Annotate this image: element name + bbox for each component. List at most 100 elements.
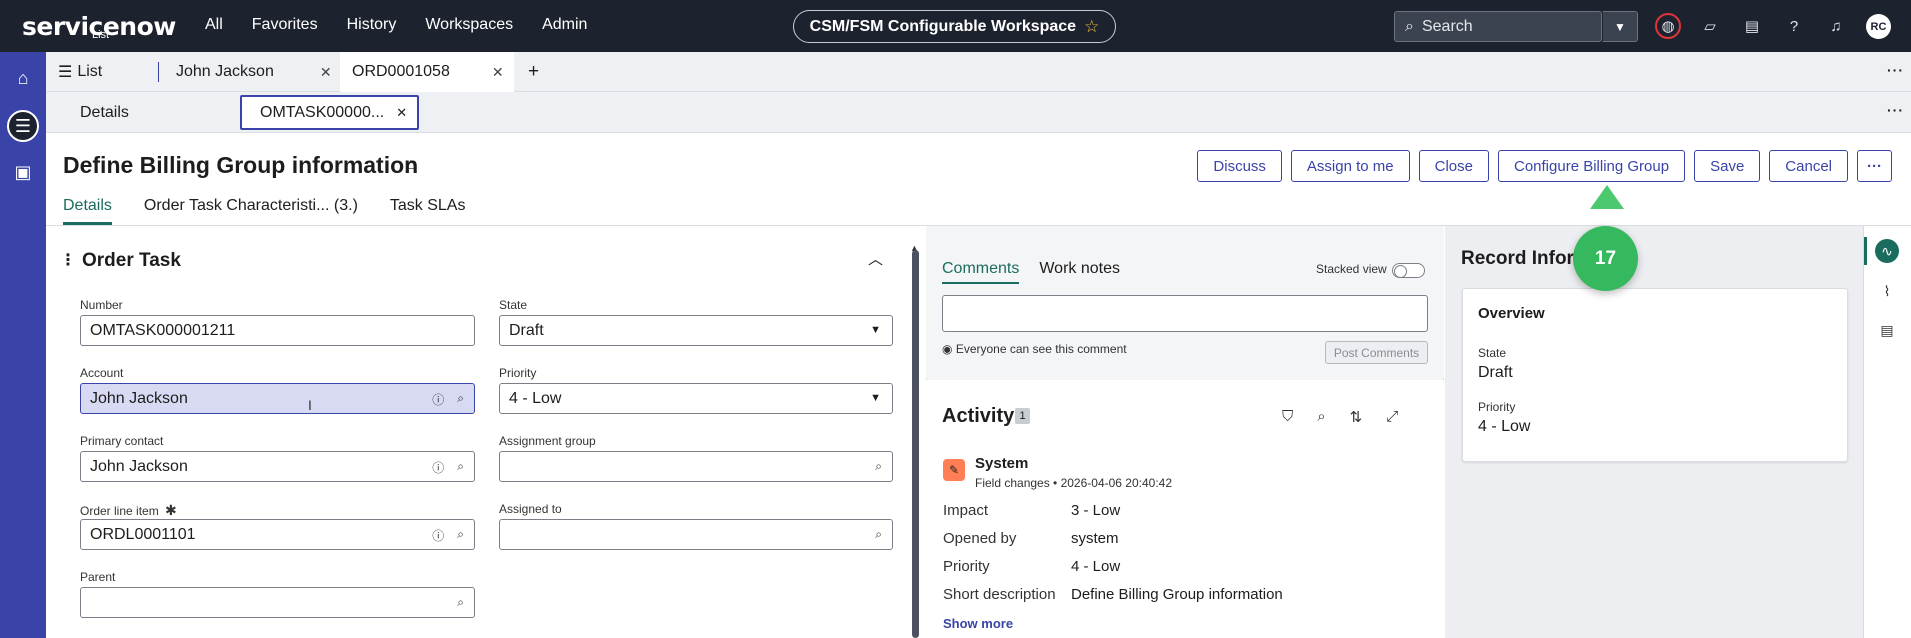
configure-billing-group-button[interactable]: Configure Billing Group [1498,150,1686,182]
filter-icon[interactable]: ⛉ [1282,408,1293,426]
search-placeholder: Search [1421,17,1473,35]
assignment-group-field[interactable]: ⌕ [499,451,893,482]
visibility-text: Everyone can see this comment [955,342,1127,356]
info-icon[interactable]: ⓘ [432,391,444,408]
expand-icon[interactable]: ⤢ [1386,408,1398,426]
search-scope-dropdown[interactable]: ▼ [1602,11,1638,42]
search-icon: ⌕ [1405,17,1414,35]
order-line-item-field[interactable]: ORDL0001101 ⓘ ⌕ [80,519,475,550]
close-icon[interactable]: ✕ [396,105,407,121]
active-indicator [1864,237,1867,265]
workspace-name: CSM/FSM Configurable Workspace [809,17,1077,35]
top-icons: ◍ ▱ ▤ ? ♫ [1655,13,1849,39]
chevron-up-icon[interactable]: ︿ [868,248,883,269]
row-key: Priority [943,558,990,575]
search-icon[interactable]: ⌕ [457,459,464,476]
number-value: OMTASK000001211 [90,321,236,339]
paperclip-icon[interactable]: ⌇ [1875,279,1899,303]
number-field[interactable]: OMTASK000001211 [80,315,475,346]
section-title: Order Task [82,250,181,271]
pulse-icon[interactable]: ∿ [1875,239,1899,263]
tab-work-notes[interactable]: Work notes [1039,260,1120,284]
inbox-icon[interactable]: ▣ [7,156,39,188]
more-actions-button[interactable]: ··· [1857,150,1892,182]
tab-john-jackson-label: John Jackson [176,63,274,80]
number-label: Number [80,298,123,312]
comment-tabs: Comments Work notes [942,260,1120,284]
post-comments-button[interactable]: Post Comments [1325,341,1428,364]
kebab-icon[interactable]: ⋮ [60,250,76,270]
sort-icon[interactable]: ⇅ [1350,408,1363,426]
overview-priority-label: Priority [1478,400,1516,414]
search-icon[interactable]: ⌕ [875,527,882,542]
tag-icon[interactable]: ⌂ [406,156,416,174]
show-more-link[interactable]: Show more [943,616,1013,631]
help-icon[interactable]: ? [1781,13,1807,39]
account-label: Account [80,366,124,380]
info-icon[interactable]: ⓘ [432,527,444,544]
info-icon[interactable]: ⓘ [432,459,444,476]
comment-input[interactable] [942,295,1428,332]
assigned-to-field[interactable]: ⌕ [499,519,893,550]
account-value: John Jackson [90,389,188,407]
overview-priority-value: 4 - Low [1478,418,1531,435]
nav-history[interactable]: History [347,16,397,34]
home-icon[interactable]: ⌂ [7,62,39,94]
card-icon[interactable]: ▤ [1739,13,1765,39]
search-icon[interactable]: ⌕ [457,391,464,408]
search-icon[interactable]: ⌕ [1317,408,1325,426]
global-search[interactable]: ⌕ Search [1394,11,1602,42]
discuss-button[interactable]: Discuss [1197,150,1282,182]
search-icon[interactable]: ⌕ [457,595,464,610]
close-icon[interactable]: ✕ [320,64,332,81]
close-button[interactable]: Close [1418,150,1489,182]
state-value: Draft [509,321,544,339]
more-icon[interactable]: ··· [1887,62,1904,78]
account-field[interactable]: John Jackson ⓘ ⌕ [80,383,475,414]
subtab-record[interactable]: OMTASK00000... ✕ [240,95,420,130]
tab-list[interactable]: ☰ List [58,52,102,92]
nav-workspaces[interactable]: Workspaces [425,16,513,34]
bell-icon[interactable]: ♫ [1823,13,1849,39]
star-icon[interactable]: ☆ [1084,17,1099,37]
tab-characteristics[interactable]: Order Task Characteristi... (3.) [144,197,358,225]
nav-favorites[interactable]: Favorites [252,16,318,34]
tab-details[interactable]: Details [63,197,112,225]
more-icon[interactable]: ··· [1887,102,1904,118]
left-rail: ⌂ ☰ ▣ [0,52,46,638]
sub-tabs: Details OMTASK00000... ✕ ··· [46,92,1911,133]
subtab-details[interactable]: Details [80,92,129,133]
tab-task-slas[interactable]: Task SLAs [390,197,466,225]
scrollbar[interactable] [912,250,919,638]
workspace-pill[interactable]: CSM/FSM Configurable Workspace ☆ [793,10,1116,43]
tab-comments[interactable]: Comments [942,260,1020,284]
state-select[interactable]: Draft ▼ [499,315,893,346]
nav-admin[interactable]: Admin [542,16,587,34]
cancel-button[interactable]: Cancel [1769,150,1848,182]
close-icon[interactable]: ✕ [492,64,504,81]
chat-icon[interactable]: ▱ [1697,13,1723,39]
stacked-view-toggle[interactable] [1392,263,1425,278]
search-icon[interactable]: ⌕ [457,527,464,544]
priority-select[interactable]: 4 - Low ▼ [499,383,893,414]
document-icon[interactable]: ▤ [1875,318,1899,342]
assign-to-me-button[interactable]: Assign to me [1290,150,1410,182]
step-badge: 17 [1573,226,1638,291]
save-button[interactable]: Save [1694,150,1761,182]
tab-order[interactable]: ORD0001058 ✕ [340,52,514,92]
contact-value: John Jackson [90,457,188,475]
search-icon[interactable]: ⌕ [875,459,882,474]
globe-icon[interactable]: ◍ [1655,13,1681,39]
primary-contact-field[interactable]: John Jackson ⓘ ⌕ [80,451,475,482]
tab-john-jackson[interactable]: John Jackson ✕ [176,52,332,92]
avatar[interactable]: RC [1866,14,1891,39]
contact-label: Primary contact [80,434,164,448]
add-tab-icon[interactable]: + [528,52,539,92]
assignment-group-label: Assignment group [499,434,596,448]
parent-field[interactable]: ⌕ [80,587,475,618]
eye-icon: ◉ [942,342,953,356]
overview-state-value: Draft [1478,364,1513,381]
form-pane [46,226,926,638]
list-icon[interactable]: ☰ [7,110,39,142]
nav-all[interactable]: All [205,16,223,34]
